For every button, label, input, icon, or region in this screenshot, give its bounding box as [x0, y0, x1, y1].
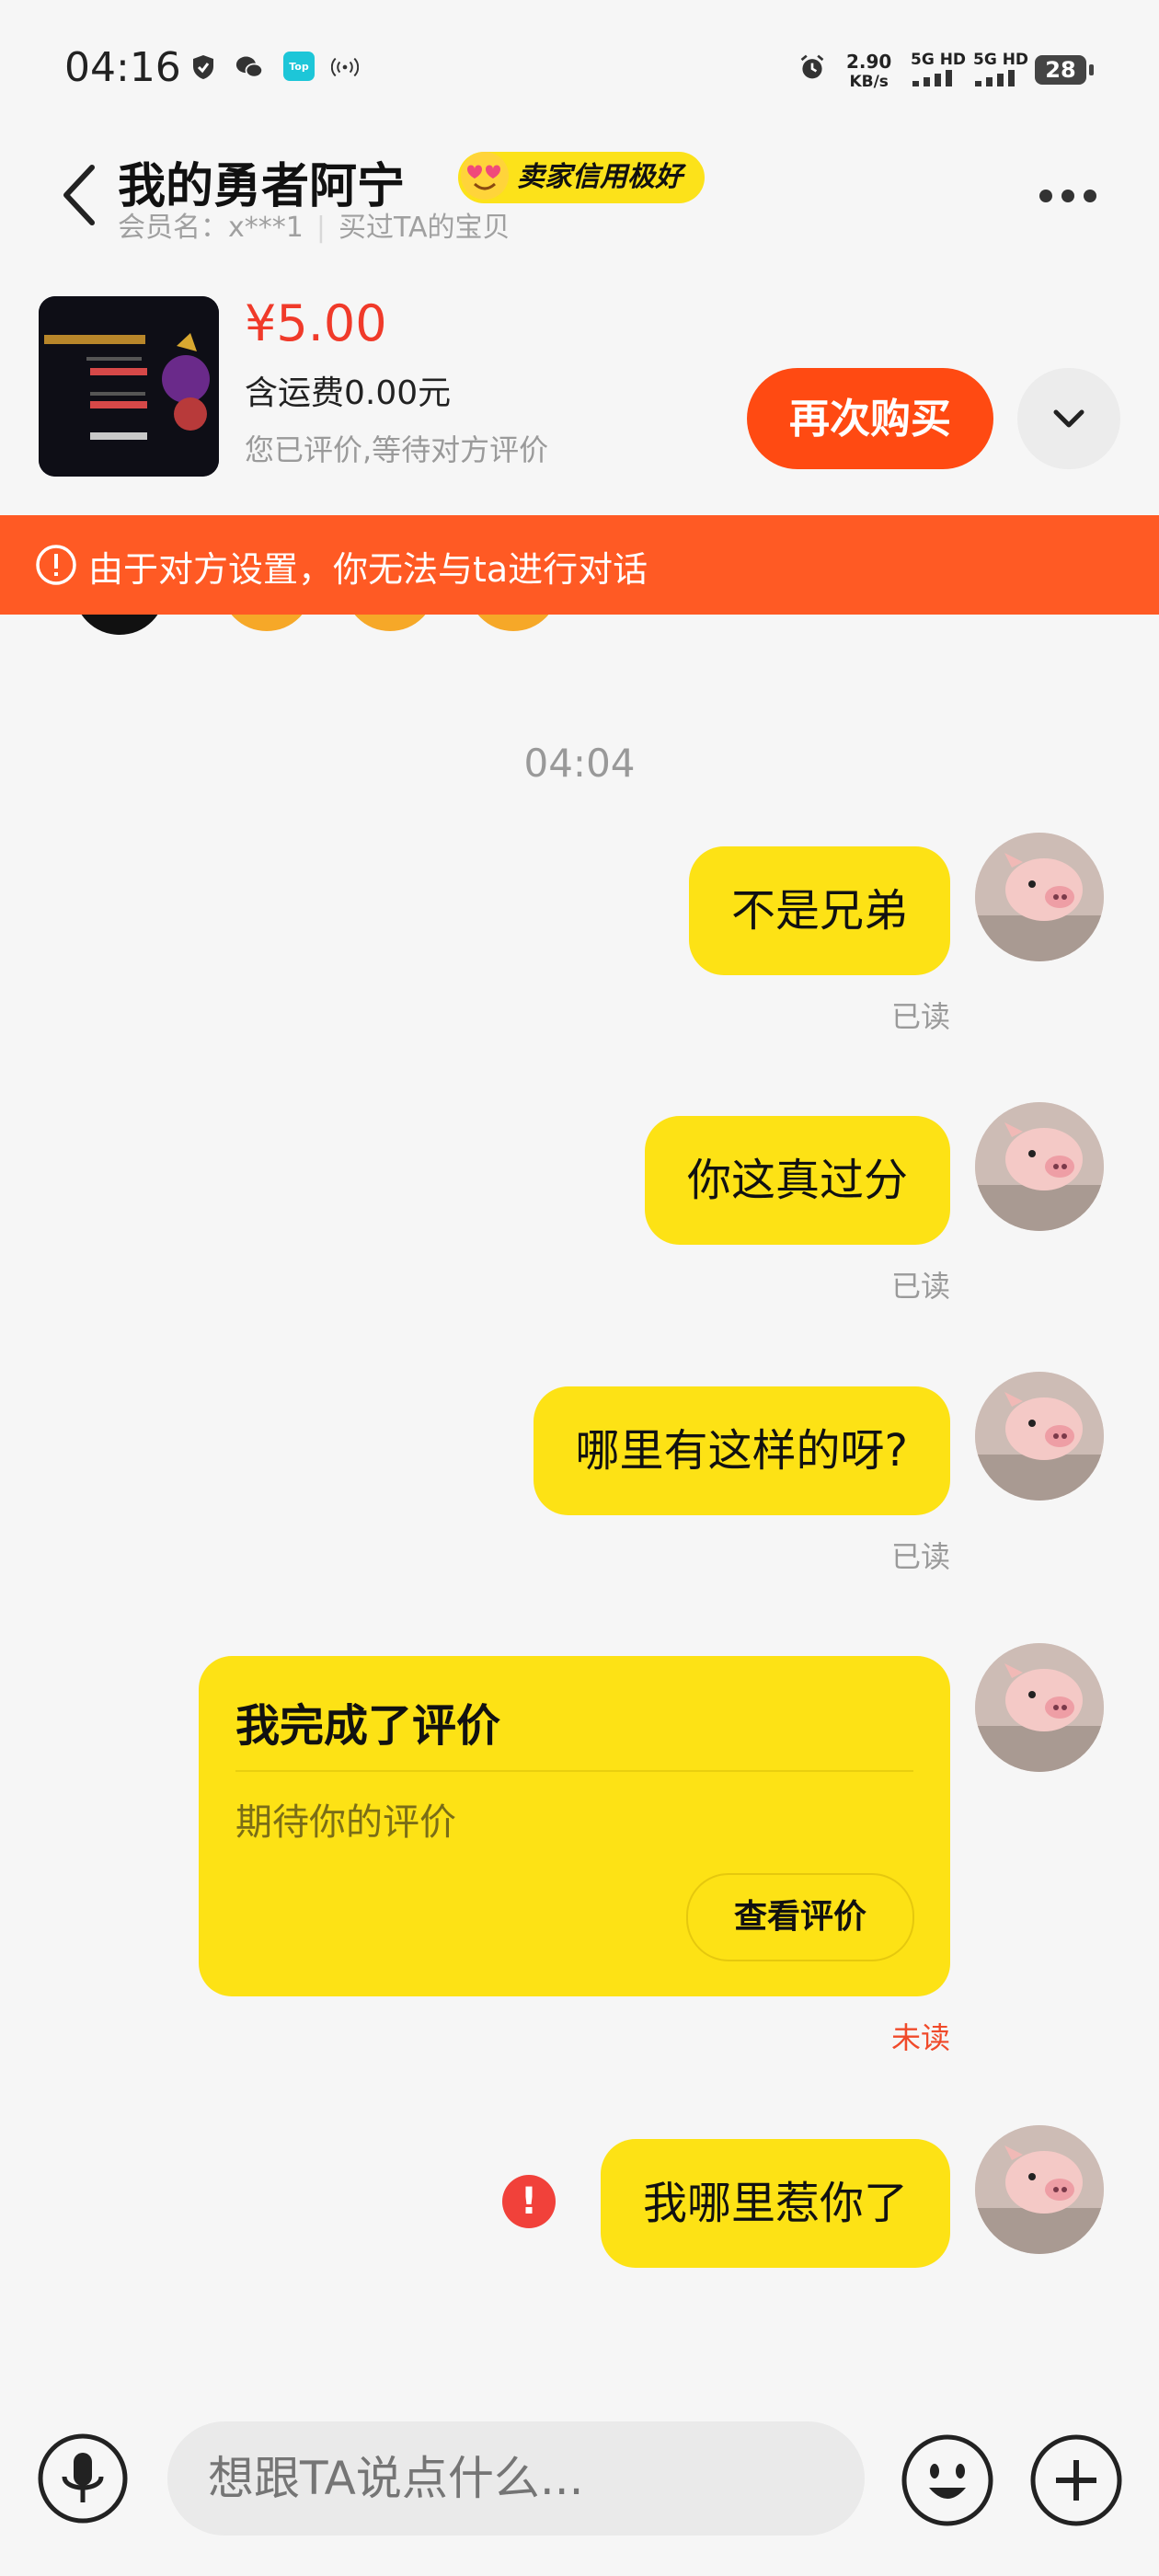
more-dot-icon: [1084, 190, 1096, 202]
product-thumbnail[interactable]: [39, 296, 219, 477]
hidden-emoji-row: [221, 615, 570, 635]
avatar[interactable]: [975, 2125, 1104, 2254]
review-card-title: 我完成了评价: [235, 1700, 501, 1752]
voice-button[interactable]: [37, 2432, 129, 2524]
product-summary: ¥5.00 含运费0.00元 您已评价,等待对方评价 再次购买: [0, 276, 1159, 515]
buy-again-button[interactable]: 再次购买: [747, 368, 993, 469]
warning-icon: [35, 544, 77, 586]
net-speed-unit: KB/s: [849, 73, 889, 91]
unread-status: 未读: [890, 2020, 950, 2055]
status-time: 04:16: [64, 44, 181, 91]
avatar[interactable]: [975, 833, 1104, 961]
microphone-icon: [38, 2433, 128, 2524]
divider: [235, 1770, 913, 1772]
review-card[interactable]: 我完成了评价 期待你的评价 查看评价: [199, 1656, 950, 1996]
plus-icon: [1030, 2434, 1122, 2526]
message-bubble[interactable]: 你这真过分: [644, 1116, 950, 1245]
smiley-icon: [901, 2434, 993, 2526]
message-input[interactable]: [167, 2421, 865, 2536]
top-app-icon: Top: [283, 52, 315, 81]
avatar[interactable]: [975, 1372, 1104, 1501]
net-speed-value: 2.90: [846, 51, 892, 73]
input-bar: [0, 2392, 1159, 2576]
restriction-banner: 由于对方设置，你无法与ta进行对话: [0, 515, 1159, 615]
signal-icon: 5G HD: [911, 50, 966, 92]
time-separator: 04:04: [523, 741, 636, 786]
view-review-button[interactable]: 查看评价: [686, 1873, 914, 1961]
member-info: 会员名：x***1 | 买过TA的宝贝: [118, 212, 511, 244]
status-bar: 04:16 Top 2.90 KB/s 5G HD 5G HD 28: [0, 0, 1159, 138]
sim1-label: 5G HD: [911, 51, 967, 69]
avatar[interactable]: [975, 1643, 1104, 1772]
back-button[interactable]: [55, 156, 110, 230]
alarm-icon: [798, 53, 826, 81]
shield-icon: [189, 53, 217, 81]
emoji-button[interactable]: [900, 2432, 995, 2528]
message-bubble[interactable]: 哪里有这样的呀?: [533, 1386, 950, 1515]
sim2-label: 5G HD: [973, 51, 1029, 69]
expand-button[interactable]: [1017, 368, 1120, 469]
message-bubble[interactable]: 不是兄弟: [688, 846, 950, 975]
read-status: 已读: [890, 999, 950, 1034]
read-status: 已读: [890, 1539, 950, 1574]
more-dot-icon: [1061, 190, 1074, 202]
message-bubble[interactable]: 我哪里惹你了: [600, 2139, 950, 2268]
member-name: 会员名：x***1: [118, 212, 304, 244]
restriction-text: 由于对方设置，你无法与ta进行对话: [88, 549, 648, 590]
read-status: 已读: [890, 1269, 950, 1304]
shipping-info: 含运费0.00元: [245, 374, 452, 412]
chevron-left-icon: [63, 165, 95, 225]
more-dot-icon: [1039, 190, 1052, 202]
review-card-subtitle: 期待你的评价: [235, 1801, 456, 1844]
signal-icon-2: 5G HD: [973, 50, 1028, 92]
more-options-button[interactable]: [1039, 182, 1113, 210]
heart-eyes-icon: [458, 149, 511, 202]
hidden-avatar-fragment: [74, 615, 166, 635]
send-failed-icon[interactable]: !: [502, 2175, 556, 2228]
wechat-icon: [235, 53, 263, 81]
review-status: 您已评价,等待对方评价: [245, 432, 549, 467]
add-button[interactable]: [1028, 2432, 1124, 2528]
purchase-note: 买过TA的宝贝: [338, 212, 511, 244]
battery-icon: 28: [1035, 55, 1094, 85]
hotspot-icon: [331, 53, 359, 81]
chat-header: 我的勇者阿宁 卖家信用极好 会员名：x***1 | 买过TA的宝贝: [0, 138, 1159, 276]
avatar[interactable]: [975, 1102, 1104, 1231]
product-price: ¥5.00: [245, 294, 387, 352]
chevron-down-icon: [1053, 409, 1084, 428]
